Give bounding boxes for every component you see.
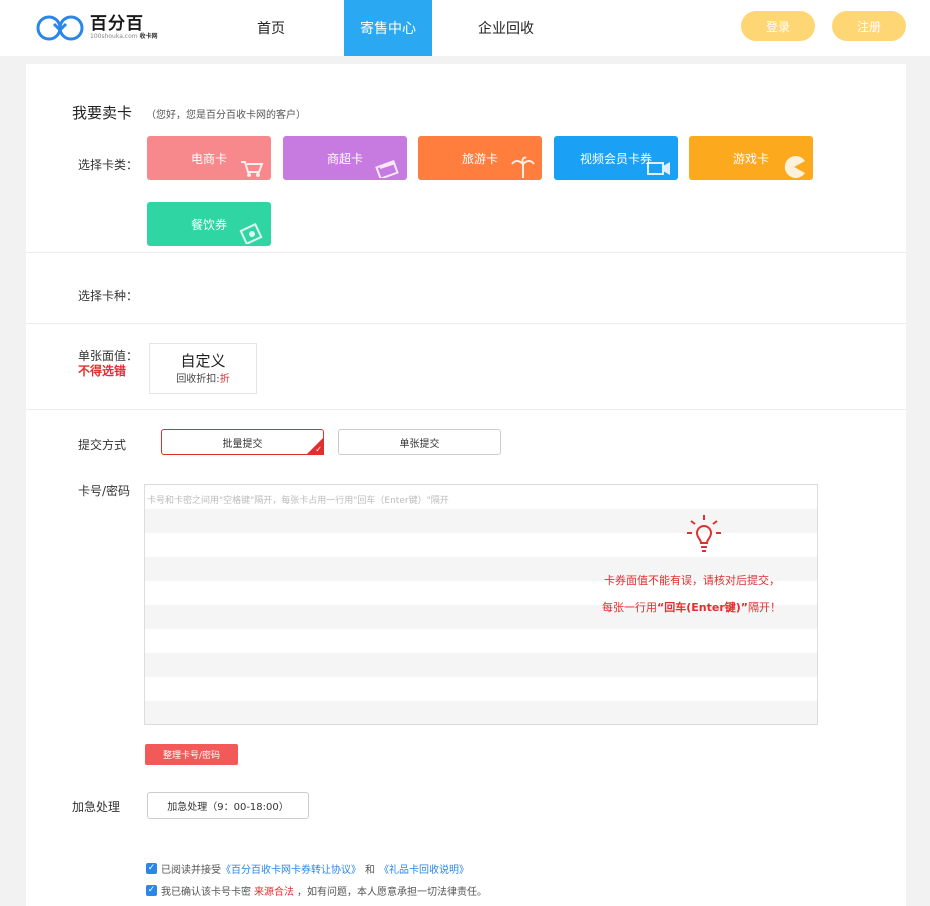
single-submit-button[interactable]: 单张提交 xyxy=(338,429,501,455)
category-ecommerce-card[interactable]: 电商卡 xyxy=(147,136,271,180)
textarea-placeholder: 卡号和卡密之间用"空格键"隔开，每张卡占用一行用"回车（Enter键）"隔开 xyxy=(147,496,449,506)
agreement-row-2: ✓ 我已确认该卡号卡密 来源合法 ，如有问题，本人愿意承担一切法律责任。 xyxy=(146,883,487,898)
category-label: 餐饮券 xyxy=(190,217,227,232)
title-note: （您好，您是百分百收卡网的客户） xyxy=(146,110,306,121)
agreement-row-1: ✓ 已阅读并接受 《百分百收卡网卡券转让协议》 和 《礼品卡回收说明》 xyxy=(146,861,469,876)
legal-highlight: 来源合法 xyxy=(254,887,294,898)
divider xyxy=(26,323,906,324)
card-password-label: 卡号/密码 xyxy=(78,484,131,498)
category-video-member-card[interactable]: 视频会员卡券 xyxy=(554,136,678,180)
lightbulb-icon xyxy=(687,515,721,552)
category-label: 旅游卡 xyxy=(461,151,498,166)
agreement-checkbox-1[interactable]: ✓ xyxy=(146,863,157,874)
recycle-instructions-link[interactable]: 《礼品卡回收说明》 xyxy=(379,861,469,876)
nav-enterprise-recycle[interactable]: 企业回收 xyxy=(466,0,546,56)
agreement-checkbox-2[interactable]: ✓ xyxy=(146,885,157,896)
divider xyxy=(26,252,906,253)
register-button[interactable]: 注册 xyxy=(832,11,906,41)
logo-name: 百分百 xyxy=(90,14,144,34)
page-title: 我要卖卡 xyxy=(72,104,133,122)
category-label: 游戏卡 xyxy=(732,151,769,166)
category-travel-card[interactable]: 旅游卡 xyxy=(418,136,542,180)
category-dining-voucher[interactable]: 餐饮券 xyxy=(147,202,271,246)
category-label: 电商卡 xyxy=(190,151,227,166)
category-supermarket-card[interactable]: 商超卡 xyxy=(283,136,407,180)
submit-method-label: 提交方式 xyxy=(78,438,127,452)
login-button[interactable]: 登录 xyxy=(741,11,815,41)
custom-face-value-option[interactable]: 自定义 回收折扣:折 xyxy=(149,343,257,394)
logo-sub: 100shouka.com 收卡网 xyxy=(90,33,158,40)
pacman-icon xyxy=(784,156,805,178)
tip-line-1: 卡券面值不能有误，请核对后提交， xyxy=(604,574,780,587)
transfer-agreement-link[interactable]: 《百分百收卡网卡券转让协议》 xyxy=(221,861,361,876)
card-kind-label: 选择卡种： xyxy=(78,289,139,303)
legal-text-tail: ，如有问题，本人愿意承担一切法律责任。 xyxy=(297,887,487,898)
video-camera-icon xyxy=(647,162,670,175)
agreement-text: 已阅读并接受 xyxy=(161,865,221,876)
custom-discount: 回收折扣:折 xyxy=(176,374,230,385)
palm-tree-icon xyxy=(511,156,535,178)
batch-submit-label: 批量提交 xyxy=(222,438,263,450)
category-label: 商超卡 xyxy=(326,151,363,166)
logo-text: 百分百 100shouka.com 收卡网 xyxy=(90,15,158,41)
check-icon: ✓ xyxy=(315,445,322,454)
face-value-warning: 不得选错 xyxy=(78,364,127,378)
batch-submit-button[interactable]: 批量提交 ✓ xyxy=(161,429,324,455)
top-header: 百分百 100shouka.com 收卡网 首页 寄售中心 企业回收 登录 注册 xyxy=(0,0,930,56)
logo-mark-icon xyxy=(36,15,84,41)
category-game-card[interactable]: 游戏卡 xyxy=(689,136,813,180)
tip-line-2: 每张一行用“回车(Enter键)”隔开！ xyxy=(602,601,782,614)
card-stack-icon xyxy=(375,160,399,178)
site-logo[interactable]: 百分百 100shouka.com 收卡网 xyxy=(34,12,158,44)
tidy-card-password-button[interactable]: 整理卡号/密码 xyxy=(145,744,238,765)
food-card-icon xyxy=(239,222,263,244)
nav-consignment-center[interactable]: 寄售中心 xyxy=(344,0,432,56)
custom-title: 自定义 xyxy=(180,352,226,370)
urgent-label: 加急处理 xyxy=(72,800,121,814)
agreement-and: 和 xyxy=(365,865,375,876)
legal-text: 我已确认该卡号卡密 xyxy=(161,887,251,898)
category-label: 视频会员卡券 xyxy=(579,151,652,166)
cart-icon xyxy=(241,161,264,177)
card-category-label: 选择卡类： xyxy=(78,158,139,172)
urgent-processing-button[interactable]: 加急处理（9：00-18:00） xyxy=(147,792,309,819)
divider xyxy=(26,409,906,410)
nav-home[interactable]: 首页 xyxy=(232,0,310,56)
